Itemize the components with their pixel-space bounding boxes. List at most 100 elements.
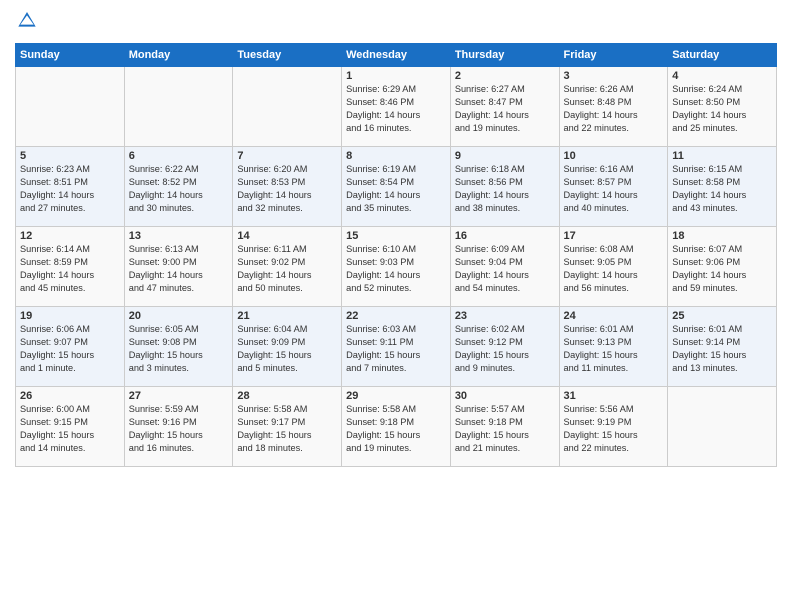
day-header-friday: Friday: [559, 44, 668, 67]
day-number: 3: [564, 70, 664, 82]
day-number: 1: [346, 70, 446, 82]
week-row-3: 19Sunrise: 6:06 AMSunset: 9:07 PMDayligh…: [16, 307, 777, 387]
calendar-cell: 28Sunrise: 5:58 AMSunset: 9:17 PMDayligh…: [233, 387, 342, 467]
day-info: Sunrise: 6:01 AMSunset: 9:14 PMDaylight:…: [672, 323, 772, 375]
day-info: Sunrise: 6:14 AMSunset: 8:59 PMDaylight:…: [20, 243, 120, 295]
day-info: Sunrise: 5:58 AMSunset: 9:18 PMDaylight:…: [346, 403, 446, 455]
day-info: Sunrise: 6:29 AMSunset: 8:46 PMDaylight:…: [346, 83, 446, 135]
day-info: Sunrise: 5:58 AMSunset: 9:17 PMDaylight:…: [237, 403, 337, 455]
day-number: 16: [455, 230, 555, 242]
day-number: 31: [564, 390, 664, 402]
day-number: 7: [237, 150, 337, 162]
day-header-monday: Monday: [124, 44, 233, 67]
day-header-thursday: Thursday: [450, 44, 559, 67]
day-info: Sunrise: 6:00 AMSunset: 9:15 PMDaylight:…: [20, 403, 120, 455]
calendar-cell: 13Sunrise: 6:13 AMSunset: 9:00 PMDayligh…: [124, 227, 233, 307]
calendar-cell: 21Sunrise: 6:04 AMSunset: 9:09 PMDayligh…: [233, 307, 342, 387]
day-info: Sunrise: 6:16 AMSunset: 8:57 PMDaylight:…: [564, 163, 664, 215]
calendar-cell: 25Sunrise: 6:01 AMSunset: 9:14 PMDayligh…: [668, 307, 777, 387]
calendar-cell: 29Sunrise: 5:58 AMSunset: 9:18 PMDayligh…: [342, 387, 451, 467]
calendar-cell: 14Sunrise: 6:11 AMSunset: 9:02 PMDayligh…: [233, 227, 342, 307]
calendar-cell: 24Sunrise: 6:01 AMSunset: 9:13 PMDayligh…: [559, 307, 668, 387]
calendar-cell: 30Sunrise: 5:57 AMSunset: 9:18 PMDayligh…: [450, 387, 559, 467]
day-header-saturday: Saturday: [668, 44, 777, 67]
day-number: 19: [20, 310, 120, 322]
day-number: 12: [20, 230, 120, 242]
week-row-0: 1Sunrise: 6:29 AMSunset: 8:46 PMDaylight…: [16, 67, 777, 147]
header: [15, 10, 777, 35]
day-number: 9: [455, 150, 555, 162]
day-info: Sunrise: 6:08 AMSunset: 9:05 PMDaylight:…: [564, 243, 664, 295]
page: SundayMondayTuesdayWednesdayThursdayFrid…: [0, 0, 792, 612]
day-info: Sunrise: 6:24 AMSunset: 8:50 PMDaylight:…: [672, 83, 772, 135]
day-info: Sunrise: 5:57 AMSunset: 9:18 PMDaylight:…: [455, 403, 555, 455]
calendar-cell: 4Sunrise: 6:24 AMSunset: 8:50 PMDaylight…: [668, 67, 777, 147]
day-number: 8: [346, 150, 446, 162]
day-header-tuesday: Tuesday: [233, 44, 342, 67]
day-info: Sunrise: 6:18 AMSunset: 8:56 PMDaylight:…: [455, 163, 555, 215]
day-info: Sunrise: 6:06 AMSunset: 9:07 PMDaylight:…: [20, 323, 120, 375]
logo: [15, 10, 39, 35]
day-number: 21: [237, 310, 337, 322]
day-number: 25: [672, 310, 772, 322]
calendar-cell: 2Sunrise: 6:27 AMSunset: 8:47 PMDaylight…: [450, 67, 559, 147]
week-row-1: 5Sunrise: 6:23 AMSunset: 8:51 PMDaylight…: [16, 147, 777, 227]
day-info: Sunrise: 5:59 AMSunset: 9:16 PMDaylight:…: [129, 403, 229, 455]
day-info: Sunrise: 6:23 AMSunset: 8:51 PMDaylight:…: [20, 163, 120, 215]
day-info: Sunrise: 6:03 AMSunset: 9:11 PMDaylight:…: [346, 323, 446, 375]
day-info: Sunrise: 6:13 AMSunset: 9:00 PMDaylight:…: [129, 243, 229, 295]
day-header-sunday: Sunday: [16, 44, 125, 67]
week-row-2: 12Sunrise: 6:14 AMSunset: 8:59 PMDayligh…: [16, 227, 777, 307]
calendar-cell: 27Sunrise: 5:59 AMSunset: 9:16 PMDayligh…: [124, 387, 233, 467]
day-number: 17: [564, 230, 664, 242]
day-info: Sunrise: 6:02 AMSunset: 9:12 PMDaylight:…: [455, 323, 555, 375]
day-info: Sunrise: 6:11 AMSunset: 9:02 PMDaylight:…: [237, 243, 337, 295]
day-number: 30: [455, 390, 555, 402]
day-header-wednesday: Wednesday: [342, 44, 451, 67]
day-number: 28: [237, 390, 337, 402]
calendar-cell: 11Sunrise: 6:15 AMSunset: 8:58 PMDayligh…: [668, 147, 777, 227]
day-info: Sunrise: 6:01 AMSunset: 9:13 PMDaylight:…: [564, 323, 664, 375]
day-info: Sunrise: 6:09 AMSunset: 9:04 PMDaylight:…: [455, 243, 555, 295]
calendar-cell: 18Sunrise: 6:07 AMSunset: 9:06 PMDayligh…: [668, 227, 777, 307]
day-number: 11: [672, 150, 772, 162]
calendar-cell: 16Sunrise: 6:09 AMSunset: 9:04 PMDayligh…: [450, 227, 559, 307]
calendar-cell: 7Sunrise: 6:20 AMSunset: 8:53 PMDaylight…: [233, 147, 342, 227]
day-info: Sunrise: 6:26 AMSunset: 8:48 PMDaylight:…: [564, 83, 664, 135]
day-number: 6: [129, 150, 229, 162]
calendar-cell: 1Sunrise: 6:29 AMSunset: 8:46 PMDaylight…: [342, 67, 451, 147]
calendar-cell: [124, 67, 233, 147]
day-info: Sunrise: 6:27 AMSunset: 8:47 PMDaylight:…: [455, 83, 555, 135]
day-number: 10: [564, 150, 664, 162]
calendar-cell: 6Sunrise: 6:22 AMSunset: 8:52 PMDaylight…: [124, 147, 233, 227]
calendar-cell: 15Sunrise: 6:10 AMSunset: 9:03 PMDayligh…: [342, 227, 451, 307]
day-info: Sunrise: 6:19 AMSunset: 8:54 PMDaylight:…: [346, 163, 446, 215]
calendar-cell: [16, 67, 125, 147]
day-number: 29: [346, 390, 446, 402]
header-row: SundayMondayTuesdayWednesdayThursdayFrid…: [16, 44, 777, 67]
day-number: 26: [20, 390, 120, 402]
day-number: 24: [564, 310, 664, 322]
day-info: Sunrise: 6:10 AMSunset: 9:03 PMDaylight:…: [346, 243, 446, 295]
calendar-table: SundayMondayTuesdayWednesdayThursdayFrid…: [15, 43, 777, 467]
calendar-cell: 3Sunrise: 6:26 AMSunset: 8:48 PMDaylight…: [559, 67, 668, 147]
day-info: Sunrise: 5:56 AMSunset: 9:19 PMDaylight:…: [564, 403, 664, 455]
day-number: 2: [455, 70, 555, 82]
day-number: 15: [346, 230, 446, 242]
calendar-cell: 26Sunrise: 6:00 AMSunset: 9:15 PMDayligh…: [16, 387, 125, 467]
day-number: 5: [20, 150, 120, 162]
logo-icon: [17, 10, 37, 30]
calendar-cell: 5Sunrise: 6:23 AMSunset: 8:51 PMDaylight…: [16, 147, 125, 227]
day-info: Sunrise: 6:22 AMSunset: 8:52 PMDaylight:…: [129, 163, 229, 215]
day-number: 13: [129, 230, 229, 242]
day-number: 20: [129, 310, 229, 322]
day-number: 4: [672, 70, 772, 82]
calendar-cell: 23Sunrise: 6:02 AMSunset: 9:12 PMDayligh…: [450, 307, 559, 387]
day-number: 27: [129, 390, 229, 402]
calendar-cell: 10Sunrise: 6:16 AMSunset: 8:57 PMDayligh…: [559, 147, 668, 227]
day-number: 22: [346, 310, 446, 322]
day-info: Sunrise: 6:04 AMSunset: 9:09 PMDaylight:…: [237, 323, 337, 375]
day-number: 23: [455, 310, 555, 322]
calendar-cell: 31Sunrise: 5:56 AMSunset: 9:19 PMDayligh…: [559, 387, 668, 467]
day-info: Sunrise: 6:15 AMSunset: 8:58 PMDaylight:…: [672, 163, 772, 215]
